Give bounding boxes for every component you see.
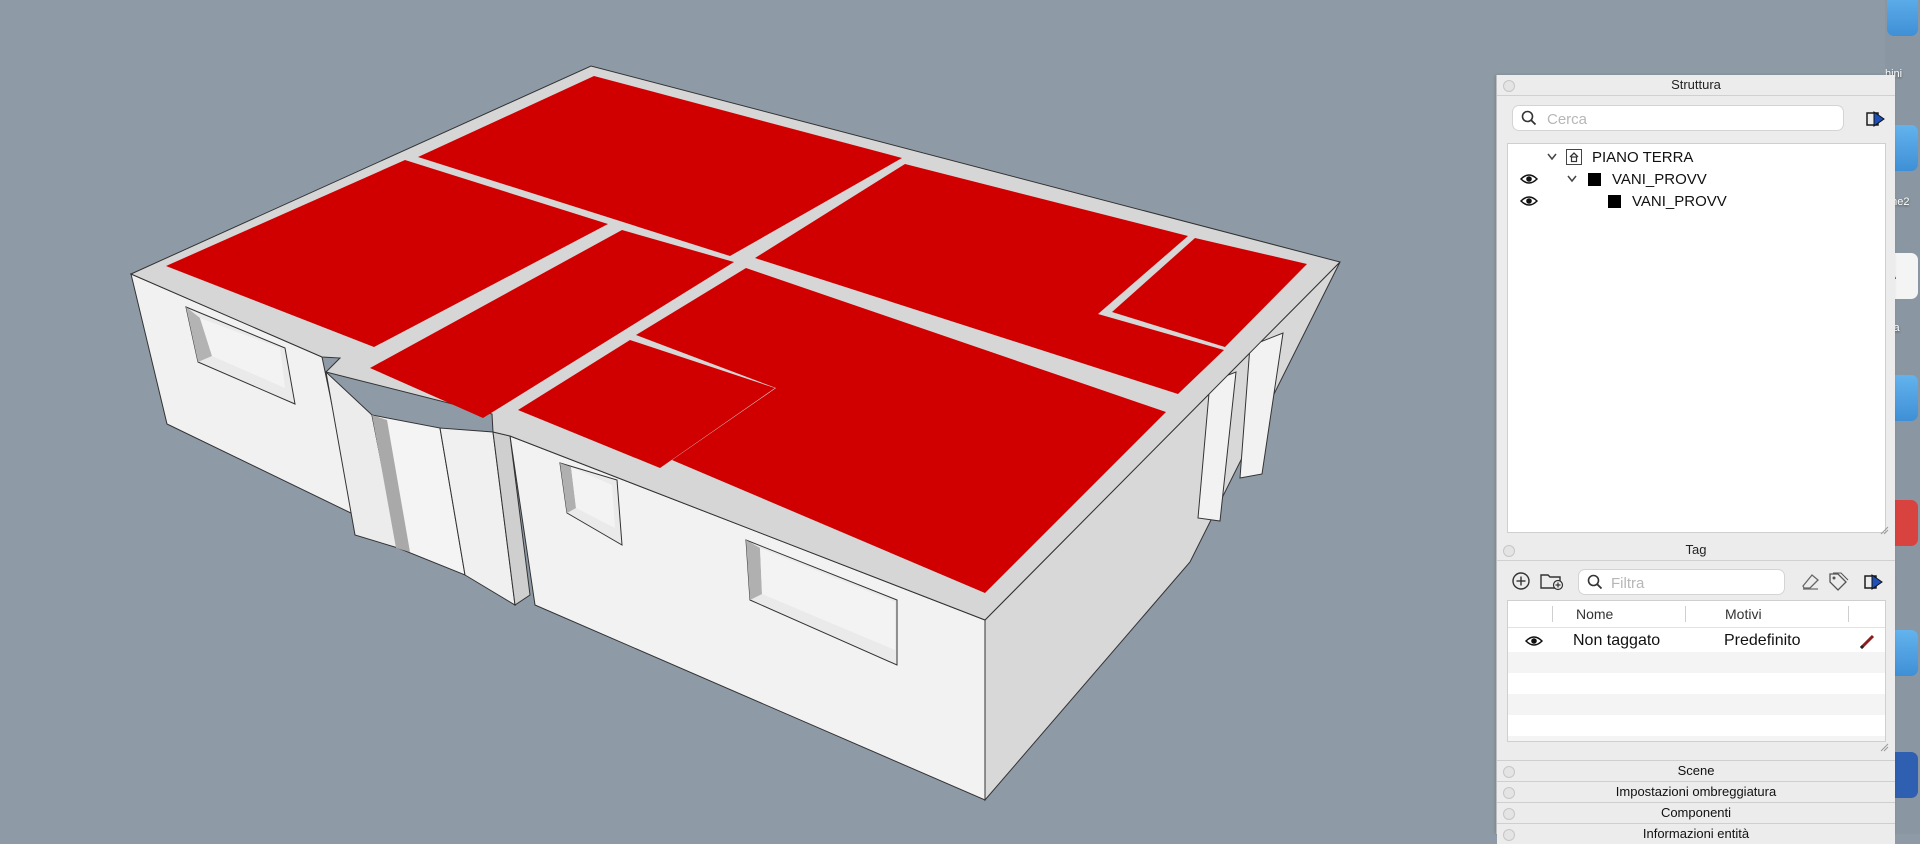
panel-close-dot[interactable] — [1503, 829, 1515, 841]
tags-toolbar — [1497, 561, 1895, 601]
tree-item-label: VANI_PROVV — [1612, 171, 1707, 188]
search-icon — [1587, 574, 1603, 590]
resize-grip-icon[interactable] — [1879, 742, 1889, 752]
tag-pattern: Predefinito — [1724, 632, 1801, 649]
panel-components-label: Componenti — [1660, 805, 1732, 820]
tags-title: Tag — [1685, 542, 1707, 557]
panel-scenes-label: Scene — [1677, 763, 1715, 778]
pencil-icon[interactable] — [1858, 633, 1876, 651]
eye-icon[interactable] — [1520, 195, 1538, 207]
column-header-pattern[interactable]: Motivi — [1725, 606, 1762, 622]
panel-shadows[interactable]: Impostazioni ombreggiatura — [1497, 781, 1895, 802]
tags-title-bar[interactable]: Tag — [1497, 540, 1895, 561]
default-tray: Struttura PIANO TERRA VANI_PROVV — [1496, 75, 1895, 844]
panel-scenes[interactable]: Scene — [1497, 760, 1895, 781]
column-divider — [1848, 606, 1849, 622]
outliner-search-input[interactable] — [1545, 108, 1839, 130]
outliner-title-bar[interactable]: Struttura — [1497, 75, 1895, 96]
black-square-icon — [1608, 195, 1621, 208]
panel-shadows-label: Impostazioni ombreggiatura — [1615, 784, 1777, 799]
tree-item-label: VANI_PROVV — [1632, 193, 1727, 210]
add-tag-icon[interactable] — [1511, 571, 1531, 591]
outliner-search-box[interactable] — [1513, 106, 1843, 130]
outliner-title: Struttura — [1671, 77, 1721, 92]
tags-options-icon[interactable] — [1863, 571, 1885, 593]
outliner-search-row — [1497, 96, 1895, 140]
tags-filter-box[interactable] — [1579, 570, 1784, 594]
chevron-down-icon[interactable] — [1566, 174, 1578, 184]
tree-item-vani-provv-child[interactable]: VANI_PROVV — [1508, 190, 1885, 212]
tags-table[interactable]: Nome Motivi Non taggato Predefinito — [1507, 600, 1886, 742]
search-icon — [1521, 110, 1537, 126]
tag-row-empty — [1508, 694, 1885, 715]
outliner-options-icon[interactable] — [1865, 108, 1887, 130]
tags-table-header: Nome Motivi — [1508, 601, 1885, 628]
tag-icon[interactable] — [1827, 571, 1849, 591]
house-icon — [1566, 149, 1582, 165]
column-divider — [1552, 606, 1553, 622]
tree-item-label: PIANO TERRA — [1592, 149, 1694, 166]
chevron-down-icon[interactable] — [1546, 152, 1558, 162]
tag-row-empty — [1508, 715, 1885, 736]
panel-close-dot[interactable] — [1503, 787, 1515, 799]
black-square-icon — [1588, 173, 1601, 186]
resize-grip-icon[interactable] — [1879, 525, 1889, 535]
tree-item-vani-provv[interactable]: VANI_PROVV — [1508, 168, 1885, 190]
column-header-name[interactable]: Nome — [1576, 606, 1613, 622]
building-model[interactable] — [0, 0, 1500, 834]
tree-item-piano-terra[interactable]: PIANO TERRA — [1508, 146, 1885, 168]
column-divider — [1685, 606, 1686, 622]
tag-row-empty — [1508, 736, 1885, 741]
eye-icon[interactable] — [1525, 635, 1543, 647]
tags-filter-input[interactable] — [1609, 572, 1783, 594]
tag-row-empty — [1508, 652, 1885, 673]
eraser-icon[interactable] — [1799, 571, 1821, 591]
panel-components[interactable]: Componenti — [1497, 802, 1895, 823]
desktop-folder-icon[interactable] — [1887, 0, 1918, 36]
panel-close-dot[interactable] — [1503, 80, 1515, 92]
outliner-tree[interactable]: PIANO TERRA VANI_PROVV VANI_PROVV — [1507, 143, 1886, 533]
eye-icon[interactable] — [1520, 173, 1538, 185]
tag-name: Non taggato — [1573, 632, 1661, 649]
add-tag-folder-icon[interactable] — [1539, 571, 1565, 591]
tag-row-empty — [1508, 673, 1885, 694]
panel-close-dot[interactable] — [1503, 545, 1515, 557]
panel-close-dot[interactable] — [1503, 808, 1515, 820]
tags-panel: Tag Nome Motivi Non taggato — [1497, 540, 1895, 752]
tag-row-untagged[interactable]: Non taggato Predefinito — [1508, 631, 1885, 652]
panel-close-dot[interactable] — [1503, 766, 1515, 778]
